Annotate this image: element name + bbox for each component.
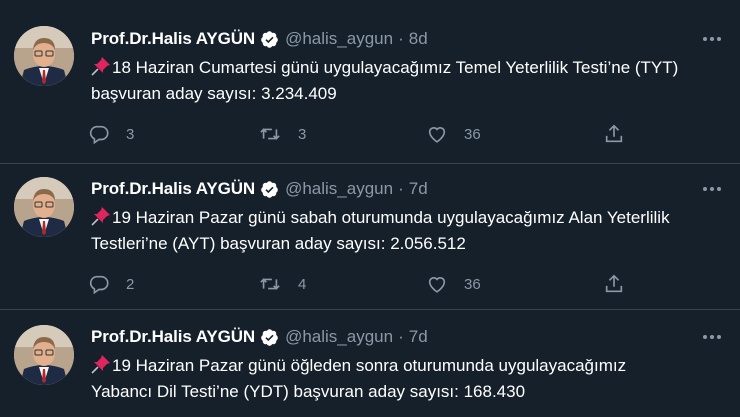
pushpin-icon [91,207,110,226]
more-options-button[interactable] [698,325,726,349]
reply-icon [89,275,109,295]
share-icon [605,274,623,293]
more-options-button[interactable] [698,27,726,51]
like-button[interactable]: 36 [426,121,481,147]
author-handle[interactable]: @halis_aygun [285,327,393,347]
heart-icon [428,277,446,293]
share-button[interactable] [603,271,625,297]
heart-icon [428,127,446,143]
avatar-photo [14,177,74,237]
retweet-button[interactable]: 4 [258,271,306,297]
tweet-actions: 2 4 36 [88,271,648,297]
author-name[interactable]: Prof.Dr.Halis AYGÜN [91,179,255,199]
separator-dot: · [398,179,404,198]
tweet-actions: 3 3 36 [88,121,648,147]
avatar-photo [14,26,74,86]
tweet-header: Prof.Dr.Halis AYGÜN @halis_aygun · 7d [91,325,428,349]
avatar[interactable] [14,26,74,86]
timestamp[interactable]: 7d [409,327,428,347]
tweet-text: 19 Haziran Pazar günü öğleden sonra otur… [91,353,691,405]
separator-dot: · [398,327,404,346]
retweet-icon [260,278,280,290]
reply-button[interactable]: 2 [88,271,134,297]
pushpin-icon [91,355,110,374]
retweet-count: 3 [298,125,307,143]
avatar-photo [14,325,74,385]
avatar[interactable] [14,177,74,237]
tweet[interactable]: Prof.Dr.Halis AYGÜN @halis_aygun · 7d 19… [0,310,740,417]
author-name[interactable]: Prof.Dr.Halis AYGÜN [91,327,255,347]
reply-count: 2 [126,275,135,293]
author-name[interactable]: Prof.Dr.Halis AYGÜN [91,29,255,49]
tweet-text: 18 Haziran Cumartesi günü uygulayacağımı… [91,55,691,107]
pushpin-icon [91,57,110,76]
like-button[interactable]: 36 [426,271,481,297]
retweet-button[interactable]: 3 [258,121,306,147]
timestamp[interactable]: 7d [409,179,428,199]
like-count: 36 [464,125,481,143]
timestamp[interactable]: 8d [409,29,428,49]
reply-button[interactable]: 3 [88,121,134,147]
more-icon [703,335,721,339]
tweet[interactable]: Prof.Dr.Halis AYGÜN @halis_aygun · 7d 19… [0,164,740,320]
tweet-header: Prof.Dr.Halis AYGÜN @halis_aygun · 7d [91,177,428,201]
author-handle[interactable]: @halis_aygun [285,29,393,49]
retweet-count: 4 [298,275,307,293]
share-button[interactable] [603,121,625,147]
tweet-text: 19 Haziran Pazar günü sabah oturumunda u… [91,205,691,257]
verified-badge-icon [261,328,278,346]
verified-badge-icon [261,30,278,48]
like-count: 36 [464,275,481,293]
tweet-body: 19 Haziran Pazar günü sabah oturumunda u… [91,208,670,253]
tweet[interactable]: Prof.Dr.Halis AYGÜN @halis_aygun · 8d 18… [0,0,740,156]
tweet-body: 19 Haziran Pazar günü öğleden sonra otur… [91,356,627,401]
more-icon [703,187,721,191]
separator-dot: · [398,29,404,48]
more-options-button[interactable] [698,177,726,201]
retweet-icon [260,128,280,140]
reply-count: 3 [126,125,135,143]
author-handle[interactable]: @halis_aygun [285,179,393,199]
more-icon [703,37,721,41]
reply-icon [89,125,109,145]
tweet-header: Prof.Dr.Halis AYGÜN @halis_aygun · 8d [91,27,428,51]
verified-badge-icon [261,180,278,198]
avatar[interactable] [14,325,74,385]
share-icon [605,124,623,143]
tweet-body: 18 Haziran Cumartesi günü uygulayacağımı… [91,58,679,103]
